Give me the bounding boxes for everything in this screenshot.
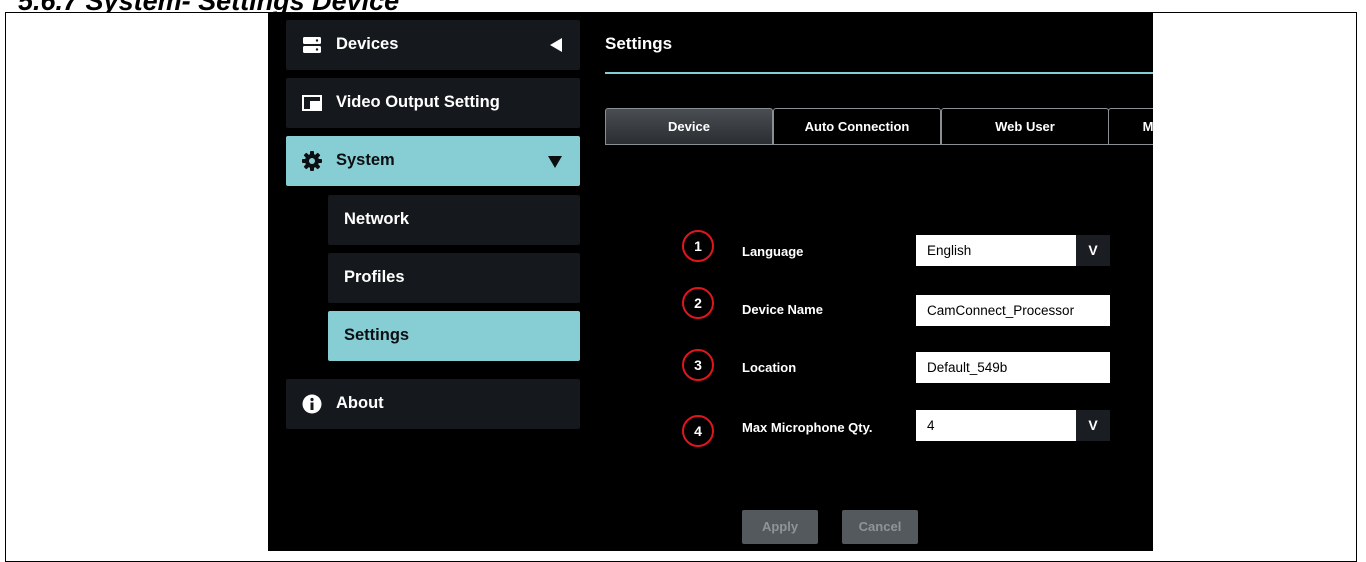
sidebar-subitem-label: Network (344, 210, 410, 228)
sidebar-item-video-output-setting[interactable]: Video Output Setting (286, 78, 580, 128)
tab-divider (605, 144, 1153, 145)
chevron-down-icon[interactable]: V (1076, 235, 1110, 266)
sidebar-item-label: System (336, 151, 395, 169)
callout-marker-2: 2 (682, 287, 714, 319)
app-window: Devices Video Output Setting System Netw… (268, 13, 1153, 551)
info-icon (302, 394, 322, 414)
gear-icon (302, 151, 322, 171)
sidebar-item-label: Video Output Setting (336, 93, 500, 111)
max-microphone-label: Max Microphone Qty. (742, 420, 873, 435)
location-label: Location (742, 360, 797, 375)
sidebar-item-devices[interactable]: Devices (286, 20, 580, 70)
sidebar-item-system[interactable]: System (286, 136, 580, 186)
tab-bar: Device Auto Connection Web User M (605, 108, 1153, 144)
max-microphone-select[interactable]: 4 V (916, 410, 1110, 441)
chevron-down-icon (548, 154, 562, 173)
server-icon (302, 35, 322, 55)
sidebar-subitem-settings[interactable]: Settings (328, 311, 580, 361)
sidebar-subitem-profiles[interactable]: Profiles (328, 253, 580, 303)
sidebar-item-about[interactable]: About (286, 379, 580, 429)
page-title: Settings (605, 34, 673, 53)
tab-device[interactable]: Device (605, 108, 773, 144)
language-label: Language (742, 244, 804, 259)
tab-more[interactable]: M (1108, 108, 1153, 144)
language-select[interactable]: English V (916, 235, 1110, 266)
video-output-icon (302, 93, 322, 113)
chevron-left-icon (550, 38, 562, 57)
callout-marker-3: 3 (682, 349, 714, 381)
apply-button[interactable]: Apply (742, 510, 818, 544)
sidebar: Devices Video Output Setting System Netw… (268, 13, 583, 551)
location-input[interactable] (916, 352, 1110, 383)
max-microphone-value: 4 (927, 418, 935, 433)
sidebar-item-label: Devices (336, 35, 399, 53)
sidebar-item-label: About (336, 394, 384, 412)
language-value: English (927, 243, 972, 258)
device-name-label: Device Name (742, 302, 823, 317)
tab-auto-connection[interactable]: Auto Connection (773, 108, 941, 144)
cancel-button[interactable]: Cancel (842, 510, 918, 544)
main-panel: Settings Device Auto Connection Web User… (594, 13, 1153, 551)
tab-web-user[interactable]: Web User (941, 108, 1109, 144)
title-divider (605, 72, 1153, 74)
device-name-input[interactable] (916, 295, 1110, 326)
callout-marker-4: 4 (682, 415, 714, 447)
chevron-down-icon[interactable]: V (1076, 410, 1110, 441)
sidebar-subitem-network[interactable]: Network (328, 195, 580, 245)
callout-marker-1: 1 (682, 230, 714, 262)
sidebar-subitem-label: Profiles (344, 268, 405, 286)
sidebar-subitem-label: Settings (344, 326, 410, 344)
